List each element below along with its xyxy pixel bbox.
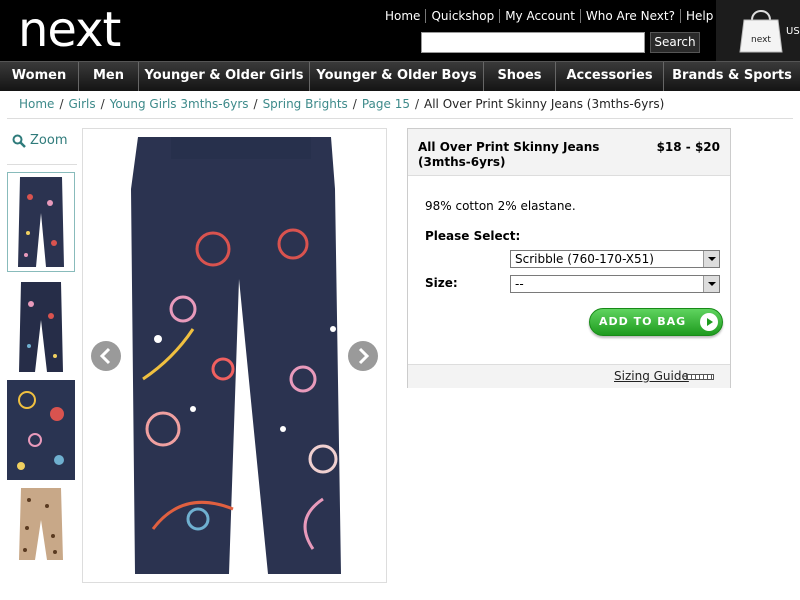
product-panel: All Over Print Skinny Jeans (3mths-6yrs)… [407, 128, 731, 388]
product-header: All Over Print Skinny Jeans (3mths-6yrs)… [408, 129, 730, 176]
breadcrumb-page-15[interactable]: Page 15 [362, 97, 410, 111]
jeans-image [83, 129, 386, 582]
breadcrumb-spring-brights[interactable]: Spring Brights [263, 97, 348, 111]
magnifier-icon [12, 134, 26, 148]
breadcrumb-separator: / [100, 97, 105, 111]
product-description: 98% cotton 2% elastane. [425, 199, 576, 213]
product-title: All Over Print Skinny Jeans (3mths-6yrs) [418, 140, 600, 169]
top-link-my-account[interactable]: My Account [499, 9, 580, 23]
main-product-image[interactable] [82, 128, 387, 583]
add-to-bag-label: ADD TO BAG [599, 315, 687, 328]
breadcrumb-divider [7, 118, 793, 119]
chevron-right-icon [358, 347, 370, 365]
thumb-jeans-back-image [7, 276, 75, 376]
nav-younger-older-girls[interactable]: Younger & Older Girls [139, 62, 310, 91]
breadcrumb-home[interactable]: Home [19, 97, 54, 111]
add-to-bag-button[interactable]: ADD TO BAG [589, 308, 723, 336]
style-select-value: Scribble (760-170-X51) [515, 252, 654, 266]
next-image-button[interactable] [348, 341, 378, 371]
nav-younger-older-boys[interactable]: Younger & Older Boys [310, 62, 484, 91]
please-select-label: Please Select: [425, 229, 521, 243]
breadcrumb-separator: / [352, 97, 357, 111]
breadcrumb-separator: / [414, 97, 420, 111]
thumbnail-3[interactable] [7, 380, 75, 480]
style-select[interactable]: Scribble (760-170-X51) [510, 250, 720, 268]
thumbnail-4[interactable] [7, 484, 75, 584]
thumbs-divider [7, 164, 77, 165]
nav-men[interactable]: Men [79, 62, 139, 91]
search-button[interactable]: Search [650, 32, 700, 53]
top-link-home[interactable]: Home [380, 9, 425, 23]
chevron-left-icon [99, 347, 111, 365]
thumbnail-2[interactable] [7, 276, 75, 376]
site-header: next Home Quickshop My Account Who Are N… [0, 0, 800, 61]
nav-brands-sports[interactable]: Brands & Sports [664, 62, 800, 91]
search-input[interactable] [421, 32, 645, 53]
chevron-down-icon[interactable] [703, 276, 719, 292]
size-select[interactable]: -- [510, 275, 720, 293]
breadcrumb-separator: / [253, 97, 258, 111]
ruler-icon[interactable] [686, 374, 714, 380]
breadcrumb: Home / Girls / Young Girls 3mths-6yrs / Spring… [19, 97, 664, 111]
zoom-label: Zoom [30, 133, 68, 148]
top-links: Home Quickshop My Account Who Are Next? … [380, 8, 718, 24]
chevron-down-icon[interactable] [703, 251, 719, 267]
region-label[interactable]: US [786, 26, 800, 37]
thumb-jeans-detail-image [7, 380, 75, 480]
breadcrumb-young-girls[interactable]: Young Girls 3mths-6yrs [110, 97, 249, 111]
main-nav: Women Men Younger & Older Girls Younger … [0, 61, 800, 91]
nav-women[interactable]: Women [0, 62, 79, 91]
breadcrumb-girls[interactable]: Girls [68, 97, 95, 111]
top-link-quickshop[interactable]: Quickshop [425, 9, 499, 23]
breadcrumb-separator: / [59, 97, 64, 111]
thumb-jeans-front-image [8, 173, 74, 271]
thumbnail-1-selected[interactable] [7, 172, 75, 272]
previous-image-button[interactable] [91, 341, 121, 371]
next-logo[interactable]: next [18, 2, 121, 58]
thumb-leopard-jeans-image [7, 484, 75, 564]
nav-accessories[interactable]: Accessories [556, 62, 664, 91]
shopping-bag-icon[interactable]: next [738, 6, 784, 54]
breadcrumb-current: All Over Print Skinny Jeans (3mths-6yrs) [424, 97, 665, 111]
zoom-button[interactable]: Zoom [12, 133, 67, 148]
top-link-help[interactable]: Help [679, 9, 718, 23]
size-label: Size: [425, 276, 458, 290]
nav-shoes[interactable]: Shoes [484, 62, 556, 91]
sizing-guide-link[interactable]: Sizing Guide [614, 369, 689, 383]
play-arrow-icon [700, 313, 718, 331]
product-footer: Sizing Guide [408, 364, 730, 388]
size-select-value: -- [515, 277, 524, 291]
top-link-who-are-next[interactable]: Who Are Next? [579, 9, 680, 23]
product-price: $18 - $20 [656, 140, 720, 154]
bag-logo-text: next [751, 35, 771, 45]
